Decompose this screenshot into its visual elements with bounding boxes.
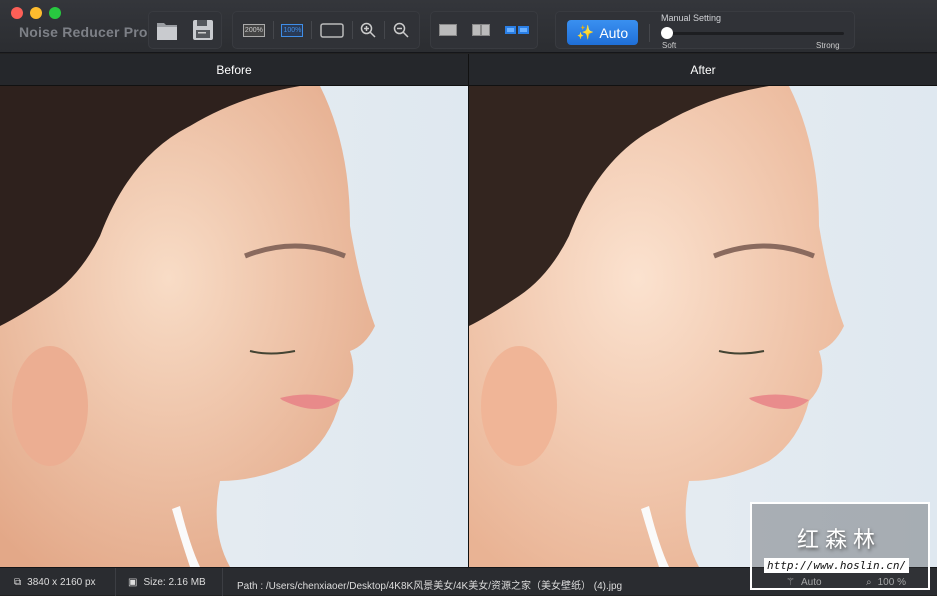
divider bbox=[384, 21, 386, 39]
zoom-200-button[interactable]: 200% bbox=[242, 23, 265, 37]
auto-label: Auto bbox=[599, 24, 629, 41]
size-item: ▣ Size: 2.16 MB bbox=[128, 577, 206, 588]
divider bbox=[272, 21, 274, 39]
manual-setting-label: Manual Setting bbox=[661, 13, 722, 23]
zoom-group: 200% 100% bbox=[232, 11, 420, 49]
after-header: After bbox=[469, 54, 937, 86]
auto-button[interactable]: ✨ Auto bbox=[567, 20, 638, 45]
file-size-icon: ▣ bbox=[128, 577, 138, 588]
close-button[interactable] bbox=[11, 7, 23, 19]
strength-slider[interactable] bbox=[662, 32, 844, 35]
app-title: Noise Reducer Pro bbox=[19, 24, 148, 40]
divider bbox=[311, 21, 313, 39]
fit-screen-icon[interactable] bbox=[320, 22, 344, 38]
watermark-url: http://www.hoslin.cn/ bbox=[764, 558, 910, 573]
dimensions-text: 3840 x 2160 px bbox=[27, 577, 96, 588]
view-mode-group bbox=[430, 11, 538, 49]
divider bbox=[115, 568, 116, 596]
maximize-button[interactable] bbox=[49, 7, 61, 19]
slider-thumb[interactable] bbox=[661, 27, 673, 39]
window-controls bbox=[11, 7, 61, 19]
magic-wand-icon: ✨ bbox=[576, 24, 595, 40]
after-image[interactable] bbox=[469, 86, 937, 567]
soft-label: Soft bbox=[662, 41, 677, 50]
split-view-icon[interactable] bbox=[471, 24, 490, 36]
zoom-out-icon[interactable] bbox=[393, 22, 409, 38]
file-group bbox=[148, 11, 222, 49]
single-view-icon[interactable] bbox=[438, 24, 457, 36]
before-header: Before bbox=[0, 54, 468, 86]
minimize-button[interactable] bbox=[30, 7, 42, 19]
side-by-side-view-icon[interactable] bbox=[505, 25, 530, 35]
divider bbox=[222, 568, 223, 596]
strong-label: Strong bbox=[816, 41, 840, 50]
divider bbox=[351, 21, 353, 39]
open-folder-icon[interactable] bbox=[156, 19, 178, 41]
watermark-text: 红森林 bbox=[797, 527, 882, 552]
zoom-in-icon[interactable] bbox=[360, 22, 376, 38]
dimensions-icon: ⧉ bbox=[14, 577, 22, 588]
divider bbox=[649, 24, 650, 42]
toolbar: Noise Reducer Pro 200% 100% ✨ Auto Manua… bbox=[0, 0, 937, 53]
dimensions-item: ⧉ 3840 x 2160 px bbox=[14, 577, 96, 588]
size-text: Size: 2.16 MB bbox=[143, 577, 206, 588]
path-text: Path : /Users/chenxiaoer/Desktop/4K8K风景美… bbox=[237, 581, 623, 592]
before-image[interactable] bbox=[0, 86, 468, 567]
watermark: 红森林 http://www.hoslin.cn/ bbox=[750, 502, 930, 590]
save-icon[interactable] bbox=[192, 19, 214, 41]
zoom-100-button[interactable]: 100% bbox=[281, 23, 304, 37]
